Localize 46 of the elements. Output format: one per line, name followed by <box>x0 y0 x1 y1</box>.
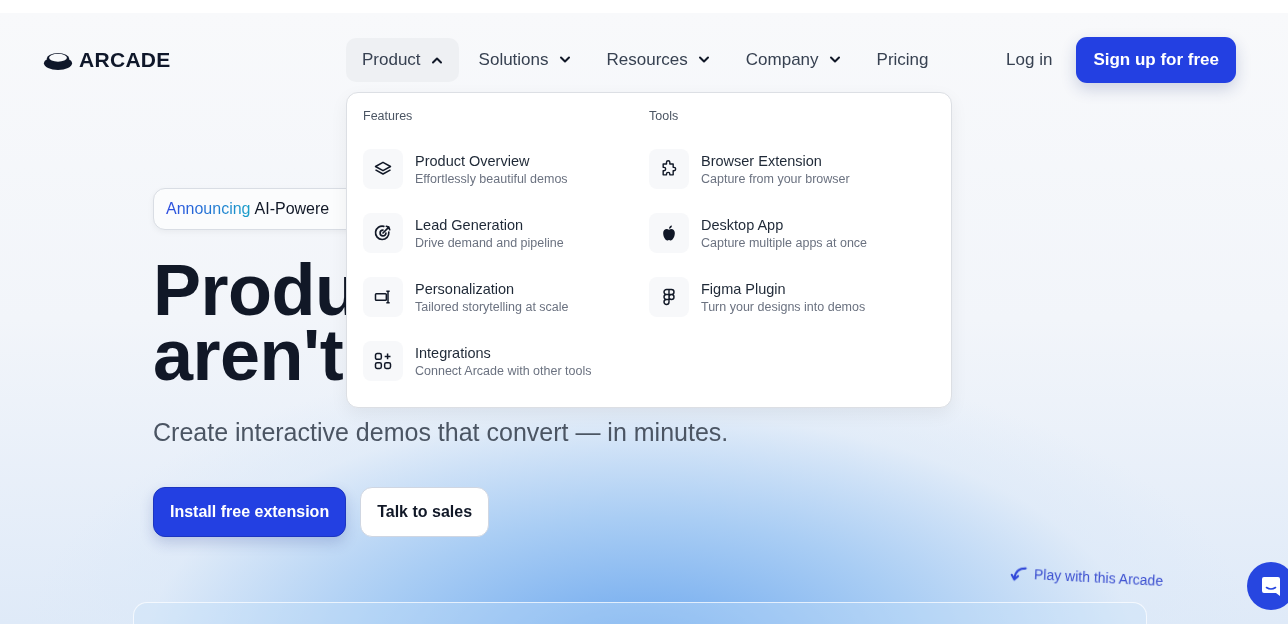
chat-icon <box>1259 574 1283 598</box>
menu-item[interactable]: Personalization Tailored storytelling at scale <box>363 265 649 329</box>
menu-item-description: Effortlessly beautiful demos <box>415 171 568 186</box>
menu-item-description: Tailored storytelling at scale <box>415 299 569 314</box>
chevron-down-icon <box>558 56 571 64</box>
play-hint: Play with this Arcade <box>1033 566 1164 589</box>
menu-item-description: Connect Arcade with other tools <box>415 363 592 378</box>
chevron-down-icon <box>828 56 841 64</box>
menu-item-title: Personalization <box>415 280 516 297</box>
talk-to-sales-button[interactable]: Talk to sales <box>360 487 490 537</box>
menu-item-title: Desktop App <box>701 216 785 233</box>
badge-highlight: Announcing <box>166 200 251 218</box>
menu-item-description: Capture multiple apps at once <box>701 235 868 250</box>
nav-item[interactable]: Resources <box>590 38 726 82</box>
target-icon <box>373 223 393 243</box>
logo-text[interactable]: ARCADE <box>79 48 171 72</box>
section-heading: Features <box>363 108 414 125</box>
menu-item[interactable]: Integrations Connect Arcade with other tools <box>363 329 649 393</box>
grid-plus-icon <box>373 351 393 371</box>
menu-item-description: Drive demand and pipeline <box>415 235 564 250</box>
curved-arrow-icon <box>1009 564 1029 583</box>
puzzle-icon <box>659 159 679 179</box>
section-heading: Tools <box>649 108 680 125</box>
menu-item[interactable]: Browser Extension Capture from your browser <box>649 137 935 201</box>
menu-item[interactable]: Desktop App Capture multiple apps at once <box>649 201 935 265</box>
text-cursor-icon <box>373 287 393 307</box>
menu-item-title: Figma Plugin <box>701 280 787 297</box>
nav-item[interactable]: Pricing <box>860 38 945 82</box>
headline: aren't <box>153 323 344 388</box>
nav-item[interactable]: Company <box>729 38 857 82</box>
menu-item-title: Product Overview <box>415 152 531 169</box>
signup-button[interactable]: Sign up for free <box>1076 37 1236 83</box>
subtitle: Create interactive demos that convert — in minutes. <box>153 418 730 447</box>
menu-item-title: Integrations <box>415 344 492 361</box>
chevron-down-icon <box>697 56 710 64</box>
chevron-up-icon <box>430 56 443 64</box>
nav-item[interactable]: Product <box>346 38 459 82</box>
menu-item-description: Capture from your browser <box>701 171 850 186</box>
menu-item[interactable]: Figma Plugin Turn your designs into demos <box>649 265 935 329</box>
badge-text: AI-Powere <box>254 200 330 218</box>
chat-button[interactable] <box>1247 562 1288 610</box>
menu-item-description: Turn your designs into demos <box>701 299 866 314</box>
install-button[interactable]: Install free extension <box>153 487 347 537</box>
menu-item-title: Browser Extension <box>701 152 823 169</box>
login-link[interactable]: Log in <box>1006 50 1053 70</box>
nav-item[interactable]: Solutions <box>462 38 587 82</box>
